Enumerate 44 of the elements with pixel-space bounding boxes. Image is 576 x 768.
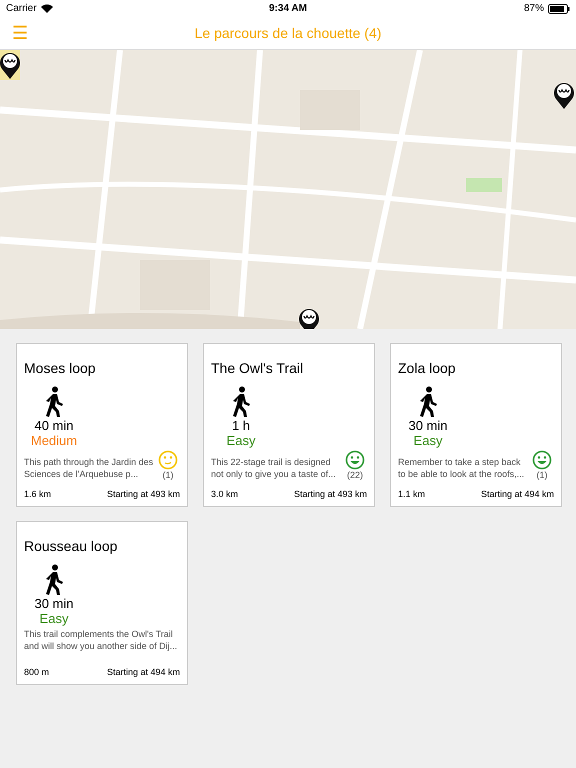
trail-duration: 30 min <box>34 596 74 611</box>
rating-count: (22) <box>346 470 363 480</box>
trail-difficulty: Easy <box>226 433 256 448</box>
trail-duration: 30 min <box>408 418 448 433</box>
trail-distance: 3.0 km <box>211 489 238 499</box>
trail-difficulty: Medium <box>30 433 78 448</box>
walking-person-icon <box>230 386 252 418</box>
trail-card[interactable]: The Owl's Trail 1 h Easy This 22-stage trail is designed not only to give you a taste of... (22) 3.0 km Starting at 493 km <box>203 343 375 507</box>
rating-count: (1) <box>536 470 548 480</box>
clock-time: 9:34 AM <box>269 3 307 14</box>
map-pin-icon[interactable] <box>0 50 22 80</box>
start-distance: Starting at 494 km <box>106 667 180 677</box>
trail-difficulty: Easy <box>40 611 68 626</box>
trail-card[interactable]: Zola loop 30 min Easy Remember to take a step back to be able to look at the roofs,... (1) 1.1 km Starting at 494 km <box>390 343 562 507</box>
trail-name: Rousseau loop <box>24 538 118 554</box>
trail-card[interactable]: Rousseau loop 30 min Easy This trail complements the Owl's Trail and will show you another side of Dij... 800 m Starting at 494 km <box>16 521 188 685</box>
battery-icon <box>548 4 570 14</box>
battery-percentage: 87% <box>524 3 544 14</box>
trail-distance: 1.1 km <box>398 489 426 499</box>
trail-difficulty: Easy <box>414 433 442 448</box>
carrier-name: Carrier <box>6 3 37 14</box>
wifi-icon <box>40 4 53 13</box>
trail-distance: 800 m <box>24 667 50 677</box>
rating-count: (1) <box>162 470 174 480</box>
walking-person-icon <box>43 386 65 418</box>
map-pin-icon[interactable] <box>297 306 321 329</box>
start-distance: Starting at 493 km <box>106 489 180 499</box>
trail-name: The Owl's Trail <box>211 360 304 376</box>
trail-distance: 1.6 km <box>24 489 52 499</box>
trail-card[interactable]: Moses loop 40 min Medium This path through the Jardin des Sciences de l’Arquebuse p... (1) 1.6 km Starting at 493 km <box>16 343 188 507</box>
walking-person-icon <box>417 386 439 418</box>
trail-description: This path through the Jardin des Sciences de l’Arquebuse p... <box>24 456 154 480</box>
trail-description: Remember to take a step back to be able to look at the roofs,... <box>398 456 526 480</box>
map-pin-icon[interactable] <box>552 80 576 110</box>
trail-name: Zola loop <box>398 360 457 376</box>
trail-description: This trail complements the Owl's Trail and will show you another side of Dij... <box>24 628 178 652</box>
start-distance: Starting at 494 km <box>480 489 554 499</box>
trail-description: This 22-stage trail is designed not only to give you a taste of... <box>211 456 337 480</box>
start-distance: Starting at 493 km <box>294 489 367 499</box>
trail-duration: 1 h <box>232 418 250 433</box>
trail-duration: 40 min <box>34 418 74 433</box>
walking-person-icon <box>43 564 65 596</box>
page-title: Le parcours de la chouette (4) <box>194 25 382 41</box>
trail-name: Moses loop <box>24 360 97 376</box>
